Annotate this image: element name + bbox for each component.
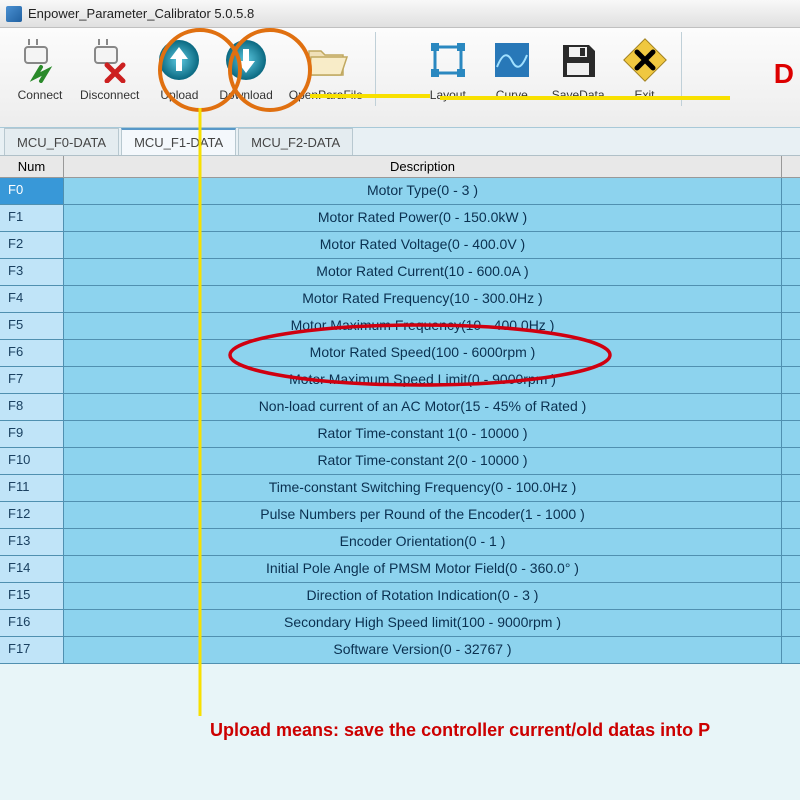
cell-num[interactable]: F2	[0, 232, 64, 259]
download-icon	[222, 36, 270, 84]
save-icon	[554, 36, 602, 84]
header-description[interactable]: Description	[64, 156, 782, 177]
cell-num[interactable]: F6	[0, 340, 64, 367]
tab-mcu-f1[interactable]: MCU_F1-DATA	[121, 128, 236, 155]
table-row[interactable]: F9Rator Time-constant 1(0 - 10000 )	[0, 421, 800, 448]
cell-num[interactable]: F8	[0, 394, 64, 421]
table-row[interactable]: F5Motor Maximum Frequency(10 - 400.0Hz )	[0, 313, 800, 340]
cell-description[interactable]: Motor Rated Current(10 - 600.0A )	[64, 259, 782, 286]
table-row[interactable]: F12Pulse Numbers per Round of the Encode…	[0, 502, 800, 529]
exit-button[interactable]: Exit	[613, 32, 677, 106]
table-row[interactable]: F1Motor Rated Power(0 - 150.0kW )	[0, 205, 800, 232]
tab-mcu-f0[interactable]: MCU_F0-DATA	[4, 128, 119, 155]
savedata-label: SaveData	[552, 88, 605, 102]
cell-description[interactable]: Motor Type(0 - 3 )	[64, 178, 782, 205]
window-title: Enpower_Parameter_Calibrator 5.0.5.8	[28, 6, 254, 21]
cell-description[interactable]: Direction of Rotation Indication(0 - 3 )	[64, 583, 782, 610]
cell-num[interactable]: F4	[0, 286, 64, 313]
cell-num[interactable]: F14	[0, 556, 64, 583]
cell-description[interactable]: Rator Time-constant 2(0 - 10000 )	[64, 448, 782, 475]
disconnect-label: Disconnect	[80, 88, 139, 102]
openparafile-label: OpenParaFile	[289, 88, 363, 102]
cell-num[interactable]: F7	[0, 367, 64, 394]
table-row[interactable]: F0Motor Type(0 - 3 )	[0, 178, 800, 205]
disconnect-button[interactable]: Disconnect	[72, 32, 147, 106]
table-row[interactable]: F10Rator Time-constant 2(0 - 10000 )	[0, 448, 800, 475]
table-row[interactable]: F6Motor Rated Speed(100 - 6000rpm )	[0, 340, 800, 367]
curve-icon	[488, 36, 536, 84]
app-icon	[6, 6, 22, 22]
connect-button[interactable]: Connect	[8, 32, 72, 106]
cell-num[interactable]: F15	[0, 583, 64, 610]
table-row[interactable]: F8Non-load current of an AC Motor(15 - 4…	[0, 394, 800, 421]
cell-description[interactable]: Motor Maximum Speed Limit(0 - 9000rpm )	[64, 367, 782, 394]
toolbar: Connect Disconnect	[0, 28, 800, 128]
cell-description[interactable]: Motor Rated Speed(100 - 6000rpm )	[64, 340, 782, 367]
download-button[interactable]: Download	[211, 32, 280, 106]
cell-description[interactable]: Initial Pole Angle of PMSM Motor Field(0…	[64, 556, 782, 583]
cell-description[interactable]: Secondary High Speed limit(100 - 9000rpm…	[64, 610, 782, 637]
data-grid: Num Description F0Motor Type(0 - 3 )F1Mo…	[0, 156, 800, 664]
cell-num[interactable]: F1	[0, 205, 64, 232]
curve-label: Curve	[496, 88, 528, 102]
cell-description[interactable]: Pulse Numbers per Round of the Encoder(1…	[64, 502, 782, 529]
cell-description[interactable]: Motor Rated Voltage(0 - 400.0V )	[64, 232, 782, 259]
upload-label: Upload	[160, 88, 198, 102]
cell-description[interactable]: Non-load current of an AC Motor(15 - 45%…	[64, 394, 782, 421]
cell-description[interactable]: Time-constant Switching Frequency(0 - 10…	[64, 475, 782, 502]
upload-icon	[155, 36, 203, 84]
download-label: Download	[219, 88, 272, 102]
cell-description[interactable]: Software Version(0 - 32767 )	[64, 637, 782, 664]
openparafile-button[interactable]: OpenParaFile	[281, 32, 371, 106]
cell-num[interactable]: F0	[0, 178, 64, 205]
exit-icon	[621, 36, 669, 84]
cell-num[interactable]: F17	[0, 637, 64, 664]
table-row[interactable]: F3Motor Rated Current(10 - 600.0A )	[0, 259, 800, 286]
cell-num[interactable]: F12	[0, 502, 64, 529]
connect-label: Connect	[18, 88, 63, 102]
cell-description[interactable]: Rator Time-constant 1(0 - 10000 )	[64, 421, 782, 448]
table-row[interactable]: F16Secondary High Speed limit(100 - 9000…	[0, 610, 800, 637]
table-row[interactable]: F4Motor Rated Frequency(10 - 300.0Hz )	[0, 286, 800, 313]
table-row[interactable]: F13Encoder Orientation(0 - 1 )	[0, 529, 800, 556]
annotation-d: D	[774, 58, 794, 90]
titlebar: Enpower_Parameter_Calibrator 5.0.5.8	[0, 0, 800, 28]
cell-num[interactable]: F16	[0, 610, 64, 637]
table-row[interactable]: F7Motor Maximum Speed Limit(0 - 9000rpm …	[0, 367, 800, 394]
layout-label: Layout	[430, 88, 466, 102]
table-row[interactable]: F15Direction of Rotation Indication(0 - …	[0, 583, 800, 610]
folder-icon	[302, 36, 350, 84]
layout-icon	[424, 36, 472, 84]
cell-description[interactable]: Motor Rated Power(0 - 150.0kW )	[64, 205, 782, 232]
tab-mcu-f2[interactable]: MCU_F2-DATA	[238, 128, 353, 155]
header-num[interactable]: Num	[0, 156, 64, 177]
layout-button[interactable]: Layout	[416, 32, 480, 106]
cell-description[interactable]: Encoder Orientation(0 - 1 )	[64, 529, 782, 556]
curve-button[interactable]: Curve	[480, 32, 544, 106]
cell-num[interactable]: F9	[0, 421, 64, 448]
cell-num[interactable]: F13	[0, 529, 64, 556]
grid-header: Num Description	[0, 156, 800, 178]
disconnect-icon	[86, 36, 134, 84]
grid-body: F0Motor Type(0 - 3 )F1Motor Rated Power(…	[0, 178, 800, 664]
table-row[interactable]: F2Motor Rated Voltage(0 - 400.0V )	[0, 232, 800, 259]
table-row[interactable]: F11Time-constant Switching Frequency(0 -…	[0, 475, 800, 502]
connect-icon	[16, 36, 64, 84]
savedata-button[interactable]: SaveData	[544, 32, 613, 106]
cell-num[interactable]: F5	[0, 313, 64, 340]
cell-description[interactable]: Motor Maximum Frequency(10 - 400.0Hz )	[64, 313, 782, 340]
annotation-note: Upload means: save the controller curren…	[210, 720, 788, 741]
table-row[interactable]: F17Software Version(0 - 32767 )	[0, 637, 800, 664]
exit-label: Exit	[634, 88, 654, 102]
cell-num[interactable]: F10	[0, 448, 64, 475]
cell-description[interactable]: Motor Rated Frequency(10 - 300.0Hz )	[64, 286, 782, 313]
upload-button[interactable]: Upload	[147, 32, 211, 106]
cell-num[interactable]: F3	[0, 259, 64, 286]
cell-num[interactable]: F11	[0, 475, 64, 502]
tabs: MCU_F0-DATA MCU_F1-DATA MCU_F2-DATA	[0, 128, 800, 156]
table-row[interactable]: F14Initial Pole Angle of PMSM Motor Fiel…	[0, 556, 800, 583]
